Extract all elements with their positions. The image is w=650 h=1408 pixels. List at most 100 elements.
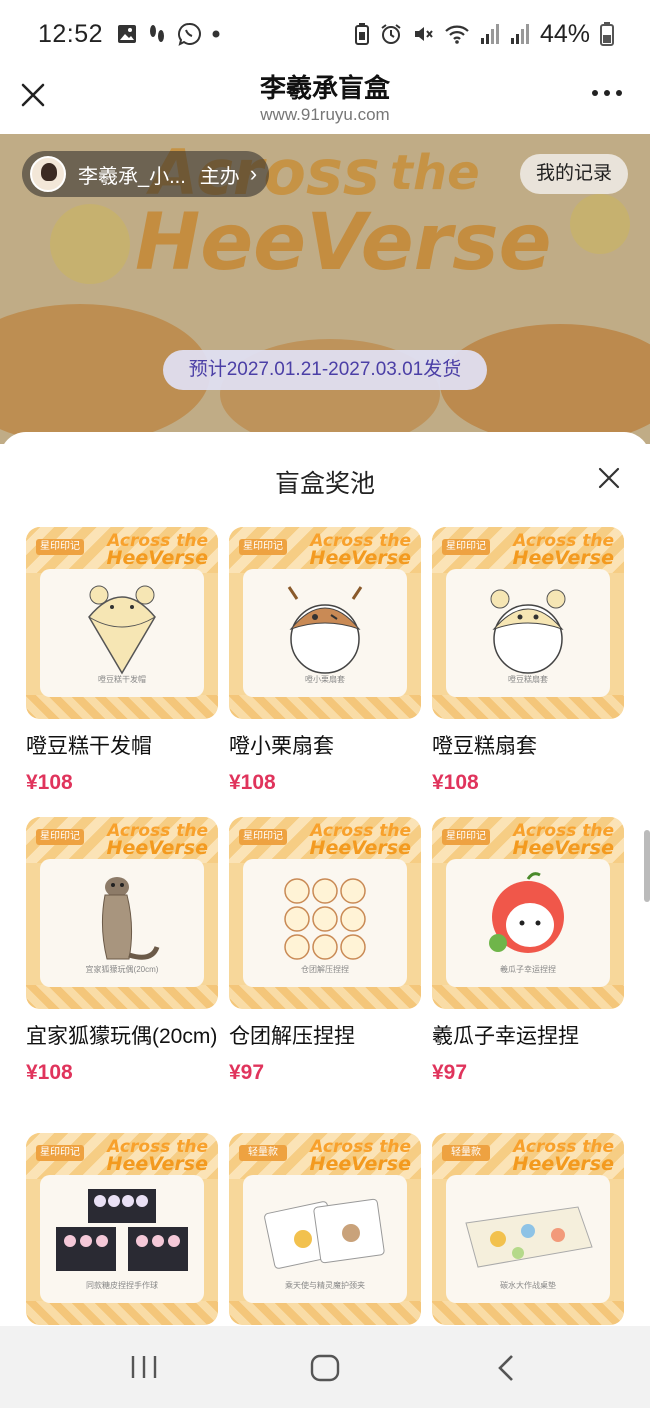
page-title: 李羲承盲盒 — [259, 73, 390, 103]
steps-icon — [150, 25, 165, 42]
prize-price: ¥108 — [229, 771, 276, 794]
series-logo: Across the HeeVerse — [512, 821, 614, 859]
sheet-close-icon[interactable] — [598, 467, 620, 489]
status-bar: 12:52 44% — [0, 0, 650, 68]
battery-saver-icon — [354, 23, 369, 45]
prize-caption: 乘天使与精灵魔护颈夹 — [285, 1281, 365, 1290]
back-icon[interactable] — [496, 1354, 516, 1382]
series-badge: 星印印记 — [36, 829, 84, 845]
page-url: www.91ruyu.com — [260, 105, 390, 124]
prize-caption: 羲瓜子幸运捏捏 — [500, 965, 556, 974]
prize-caption: 噔小栗扇套 — [305, 675, 345, 684]
series-logo: Across the HeeVerse — [106, 821, 208, 859]
series-logo: Across the HeeVerse — [106, 1137, 208, 1175]
page: 12:52 44% 李羲承盲盒 www.91ruyu.com the HeeVe… — [0, 0, 650, 1408]
hair-cap-image — [88, 585, 156, 675]
folder-image — [264, 1198, 385, 1269]
prize-item[interactable]: 星印印记 Across the HeeVerse 宜家狐獴玩偶(20cm) 宜家狐… — [26, 817, 218, 1085]
banner: Across the HeeVerse 李羲承_小... 主办 › 我的记录 预… — [0, 134, 650, 444]
prize-name: 噔豆糕干发帽 — [26, 735, 152, 758]
prize-thumbnail: 星印印记 Across the HeeVerse 噔小栗扇套 — [229, 527, 421, 719]
status-left-icons — [117, 22, 221, 46]
dot-icon — [212, 30, 220, 38]
alarm-icon — [381, 24, 401, 44]
prize-name: 羲瓜子幸运捏捏 — [432, 1025, 579, 1048]
host-name: 李羲承_小... — [78, 165, 186, 188]
viber-icon — [178, 22, 201, 46]
recent-apps-icon[interactable] — [130, 1354, 158, 1380]
prize-item[interactable]: 星印印记 Across the HeeVerse 同款糖皮捏捏手作球 — [26, 1133, 218, 1325]
prize-caption: 宜家狐獴玩偶(20cm) — [85, 965, 159, 974]
prize-item[interactable]: 轻量款 Across the HeeVerse 乘天使与精灵魔护颈夹 — [229, 1133, 421, 1325]
squishy-toys-image — [284, 878, 366, 960]
signal-icon — [510, 24, 529, 44]
prize-thumbnail: 星印印记 Across the HeeVerse 噔豆糕扇套 — [432, 527, 624, 719]
prize-price: ¥108 — [26, 1061, 73, 1084]
prize-name: 宜家狐獴玩偶(20cm) — [26, 1025, 218, 1048]
prize-item[interactable]: 星印印记 Across the HeeVerse 噔小栗扇套 噔小栗扇套 ¥108 — [229, 527, 421, 795]
prize-name: 噔豆糕扇套 — [432, 735, 537, 758]
prize-item[interactable]: 星印印记 Across the HeeVerse 噔豆糕干发帽 噔豆糕干发帽 ¥1… — [26, 527, 218, 795]
series-logo: Across the HeeVerse — [512, 531, 614, 569]
prize-caption: 噔豆糕扇套 — [508, 675, 548, 684]
prize-name: 仓团解压捏捏 — [229, 1025, 355, 1048]
desk-mat-image — [465, 1206, 593, 1268]
apple-squishy-image — [489, 872, 564, 953]
image-icon — [118, 25, 137, 43]
series-logo: Across the HeeVerse — [309, 1137, 411, 1175]
avatar — [30, 156, 66, 192]
prize-thumbnail: 星印印记 Across the HeeVerse 仓团解压捏捏 — [229, 817, 421, 1009]
series-logo: Across the HeeVerse — [106, 531, 208, 569]
more-options-button[interactable] — [592, 90, 622, 96]
prize-thumbnail: 星印印记 Across the HeeVerse 羲瓜子幸运捏捏 — [432, 817, 624, 1009]
meerkat-plush-image — [101, 877, 160, 960]
wifi-icon — [445, 25, 469, 44]
series-logo: Across the HeeVerse — [512, 1137, 614, 1175]
my-records-button[interactable]: 我的记录 — [519, 154, 628, 194]
prize-item[interactable]: 轻量款 Across the HeeVerse 碳水大作战桌垫 — [432, 1133, 624, 1325]
series-badge: 星印印记 — [239, 539, 287, 555]
prize-item[interactable]: 星印印记 Across the HeeVerse 仓团解压捏捏 仓团解压捏捏 ¥9… — [229, 817, 421, 1085]
host-role: 主办 — [199, 165, 240, 188]
app-header: 李羲承盲盒 www.91ruyu.com — [0, 68, 650, 134]
fan-cover-image — [287, 586, 363, 674]
host-button[interactable]: 李羲承_小... 主办 › — [22, 151, 269, 197]
sheet-title: 盲盒奖池 — [274, 470, 375, 498]
prize-caption: 仓团解压捏捏 — [301, 965, 349, 974]
prize-thumbnail: 星印印记 Across the HeeVerse 宜家狐獴玩偶(20cm) — [26, 817, 218, 1009]
prize-pool-sheet: 盲盒奖池 星印印记 Across the HeeVerse 噔豆糕干发帽 噔豆糕干… — [0, 432, 650, 1326]
prize-price: ¥97 — [229, 1061, 265, 1084]
prize-caption: 噔豆糕干发帽 — [98, 675, 146, 684]
series-badge: 轻量款 — [239, 1145, 287, 1161]
prize-thumbnail: 轻量款 Across the HeeVerse 乘天使与精灵魔护颈夹 — [229, 1133, 421, 1325]
status-time: 12:52 — [38, 19, 104, 48]
series-badge: 星印印记 — [442, 829, 490, 845]
signal-icon — [480, 24, 499, 44]
prize-caption: 同款糖皮捏捏手作球 — [86, 1281, 158, 1290]
ship-date-badge: 预计2027.01.21-2027.03.01发货 — [163, 350, 487, 390]
prize-thumbnail: 星印印记 Across the HeeVerse 噔豆糕干发帽 — [26, 527, 218, 719]
prize-item[interactable]: 星印印记 Across the HeeVerse 羲瓜子幸运捏捏 羲瓜子幸运捏捏 … — [432, 817, 624, 1085]
status-right-icons: 44% — [354, 20, 614, 49]
prize-name: 噔小栗扇套 — [229, 735, 334, 758]
dough-ball-kit-image — [56, 1189, 188, 1271]
prize-price: ¥108 — [432, 771, 479, 794]
prize-item[interactable]: 星印印记 Across the HeeVerse 噔豆糕扇套 噔豆糕扇套 ¥108 — [432, 527, 624, 795]
prize-price: ¥97 — [432, 1061, 468, 1084]
home-icon[interactable] — [310, 1354, 340, 1382]
series-badge: 星印印记 — [36, 539, 84, 555]
system-nav-bar — [0, 1326, 650, 1408]
chevron-right-icon: › — [249, 161, 258, 186]
prize-thumbnail: 星印印记 Across the HeeVerse 同款糖皮捏捏手作球 — [26, 1133, 218, 1325]
fan-cover-image — [490, 589, 566, 674]
scrollbar[interactable] — [644, 830, 650, 902]
series-badge: 轻量款 — [442, 1145, 490, 1161]
series-badge: 星印印记 — [36, 1145, 84, 1161]
series-badge: 星印印记 — [442, 539, 490, 555]
prize-caption: 碳水大作战桌垫 — [500, 1281, 556, 1290]
battery-percent: 44% — [539, 19, 590, 48]
series-logo: Across the HeeVerse — [309, 531, 411, 569]
prize-price: ¥108 — [26, 771, 73, 794]
mute-icon — [414, 27, 433, 41]
battery-icon — [600, 22, 614, 46]
